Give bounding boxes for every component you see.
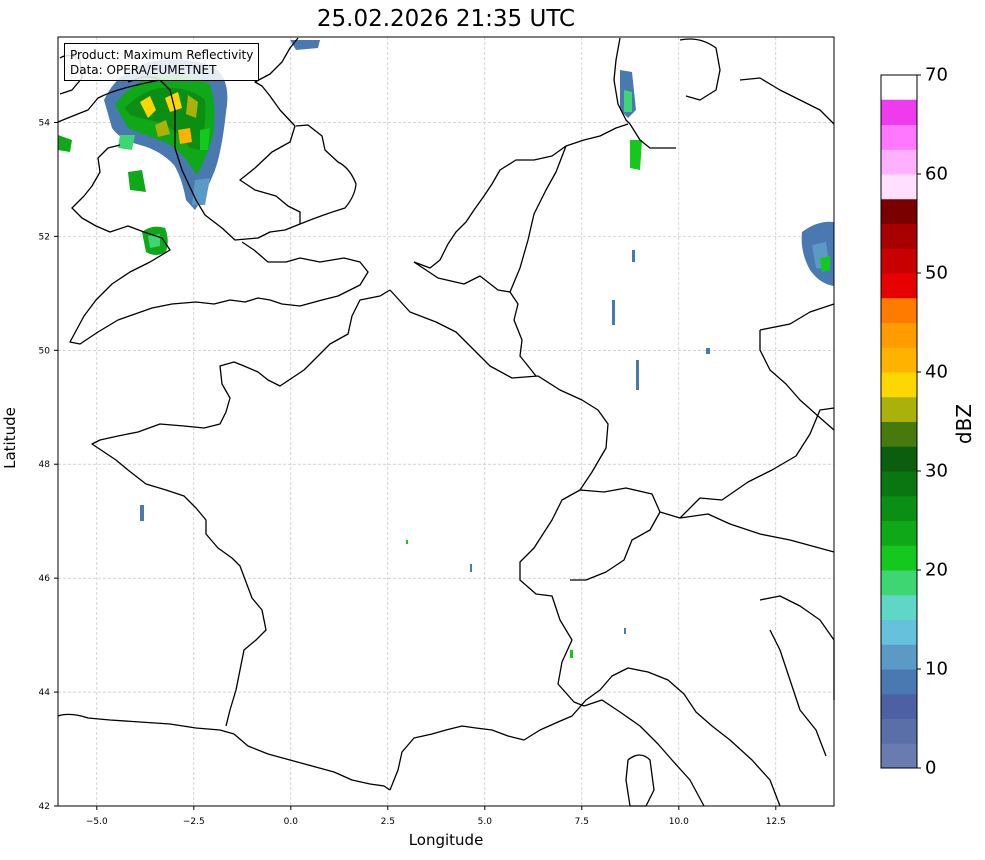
colorbar-segment <box>881 248 917 274</box>
colorbar-segment <box>881 421 917 447</box>
y-axis-label: Latitude <box>1 407 19 469</box>
colorbar-tick-label: 20 <box>925 559 948 581</box>
x-tick-label: 10.0 <box>669 817 689 827</box>
y-tick-label: 44 <box>39 688 51 698</box>
product-info-box: Product: Maximum Reflectivity Data: OPER… <box>64 43 260 81</box>
x-tick-label: −5.0 <box>86 817 108 827</box>
colorbar <box>880 74 921 769</box>
data-source-label: Data: OPERA/EUMETNET <box>70 63 217 77</box>
y-tick-label: 48 <box>39 460 51 470</box>
colorbar-segment <box>881 693 917 719</box>
colorbar-segment <box>881 99 917 125</box>
colorbar-segment <box>881 347 917 373</box>
colorbar-segment <box>881 446 917 472</box>
colorbar-segment <box>881 124 917 150</box>
colorbar-segment <box>881 198 917 224</box>
colorbar-segment <box>881 471 917 497</box>
x-tick-label: 5.0 <box>478 817 493 827</box>
colorbar-segment <box>881 297 917 323</box>
colorbar-segment <box>881 669 917 695</box>
colorbar-segment <box>881 322 917 348</box>
colorbar-tick-label: 30 <box>925 460 948 482</box>
colorbar-tick-label: 10 <box>925 658 948 680</box>
y-tick-label: 54 <box>39 118 51 128</box>
x-tick-label: 12.5 <box>766 817 786 827</box>
radar-map[interactable]: −5.0 −2.5 0.0 2.5 5.0 7.5 10.0 12.5 42 44 46 48 50 52… <box>0 0 985 860</box>
x-tick-label: 7.5 <box>575 817 589 827</box>
colorbar-segment <box>881 570 917 596</box>
colorbar-segment <box>881 718 917 744</box>
colorbar-tick-label: 70 <box>925 64 948 86</box>
colorbar-segment <box>881 396 917 422</box>
colorbar-tick-label: 0 <box>925 757 937 779</box>
colorbar-segment <box>881 495 917 521</box>
colorbar-tick-label: 60 <box>925 163 948 185</box>
y-tick-label: 42 <box>39 802 50 812</box>
y-tick-label: 50 <box>39 346 51 356</box>
colorbar-tick-label: 40 <box>925 361 948 383</box>
y-tick-label: 52 <box>39 232 50 242</box>
colorbar-segment <box>881 594 917 620</box>
colorbar-segment <box>881 223 917 249</box>
product-label: Product: Maximum Reflectivity <box>70 48 254 62</box>
y-tick-label: 46 <box>39 574 51 584</box>
colorbar-segment <box>881 520 917 546</box>
x-tick-label: 2.5 <box>381 817 395 827</box>
colorbar-segment <box>881 743 917 769</box>
colorbar-segment <box>881 273 917 299</box>
colorbar-tick-label: 50 <box>925 262 948 284</box>
x-axis-label: Longitude <box>408 831 484 849</box>
colorbar-segment <box>881 644 917 670</box>
colorbar-label: dBZ <box>952 403 976 445</box>
colorbar-segment <box>881 372 917 398</box>
colorbar-segment <box>881 174 917 200</box>
x-tick-label: −2.5 <box>183 817 205 827</box>
x-tick-label: 0.0 <box>284 817 299 827</box>
colorbar-segment <box>881 545 917 571</box>
colorbar-segment <box>881 619 917 645</box>
colorbar-segment <box>881 149 917 175</box>
